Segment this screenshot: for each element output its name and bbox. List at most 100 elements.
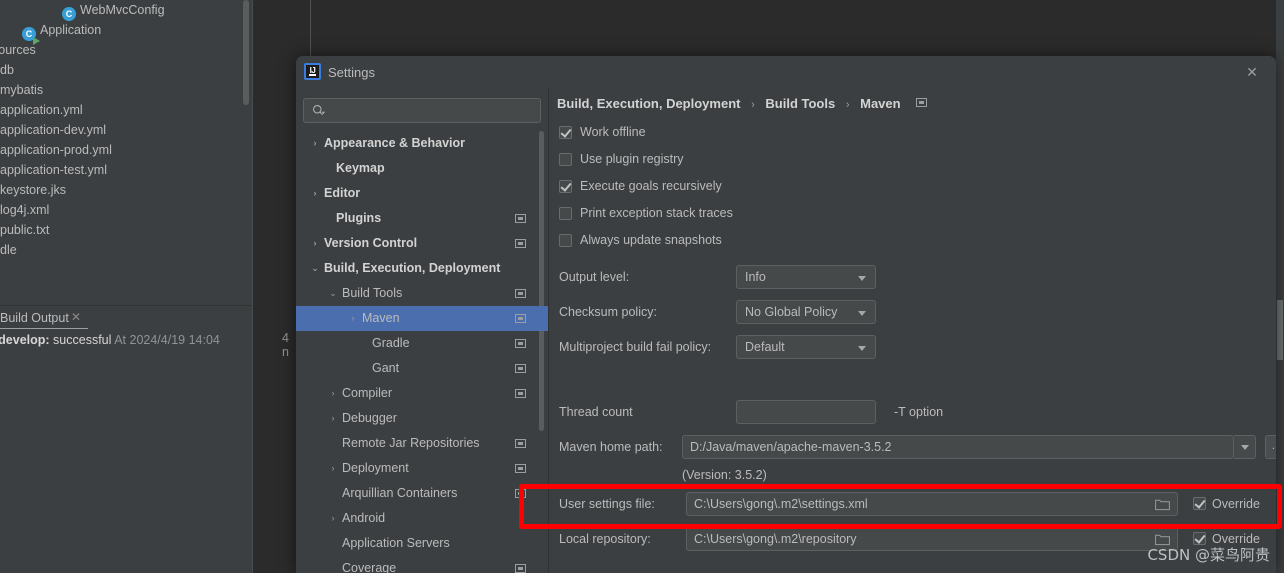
project-tree-item[interactable]: application.yml: [0, 100, 83, 120]
sidebar-item-editor[interactable]: › Editor: [296, 181, 548, 206]
sidebar-item-gant[interactable]: Gant: [296, 356, 548, 381]
select-checksum-policy[interactable]: No Global Policy: [736, 300, 876, 324]
sidebar-item-label: Android: [342, 511, 386, 525]
select-label: Output level:: [559, 270, 630, 284]
checkbox-always-update-snapshots[interactable]: [559, 234, 572, 247]
modified-badge-icon[interactable]: [916, 98, 928, 107]
sidebar-item-deployment[interactable]: › Deployment: [296, 456, 548, 481]
breadcrumb-part-1[interactable]: Build, Execution, Deployment: [557, 96, 740, 111]
chevron-right-icon[interactable]: ›: [348, 306, 358, 331]
select-output-level[interactable]: Info: [736, 265, 876, 289]
breadcrumb-part-2[interactable]: Build Tools: [765, 96, 835, 111]
chevron-down-icon[interactable]: ⌄: [310, 256, 320, 281]
sidebar-item-application-servers[interactable]: Application Servers: [296, 531, 548, 556]
project-tree-item[interactable]: log4j.xml: [0, 200, 49, 220]
modified-badge-icon[interactable]: [515, 339, 526, 348]
project-tree-item[interactable]: mybatis: [0, 80, 43, 100]
close-icon[interactable]: ✕: [70, 311, 82, 323]
sidebar-item-compiler[interactable]: › Compiler: [296, 381, 548, 406]
sidebar-item-gradle[interactable]: Gradle: [296, 331, 548, 356]
checkbox-use-plugin-registry[interactable]: [559, 153, 572, 166]
chevron-right-icon[interactable]: ›: [328, 506, 338, 531]
breadcrumb-part-3[interactable]: Maven: [860, 96, 900, 111]
checkbox-row[interactable]: Execute goals recursively: [559, 177, 722, 195]
build-status-time: At 2024/4/19 14:04: [114, 333, 220, 347]
checkbox-row[interactable]: Work offline: [559, 123, 646, 141]
sidebar-item-label: Gradle: [372, 336, 410, 350]
checkbox-print-exception-stack-traces[interactable]: [559, 207, 572, 220]
modified-badge-icon[interactable]: [515, 564, 526, 573]
maven-home-path-browse-button[interactable]: ...: [1265, 435, 1276, 459]
sidebar-item-label: Keymap: [336, 161, 385, 175]
project-tree-item[interactable]: keystore.jks: [0, 180, 66, 200]
folder-icon[interactable]: [1155, 498, 1170, 511]
sidebar-item-coverage[interactable]: Coverage: [296, 556, 548, 573]
chevron-right-icon[interactable]: ›: [328, 456, 338, 481]
maven-home-path-value: D:/Java/maven/apache-maven-3.5.2: [690, 440, 892, 454]
sidebar-item-remote-jar-repositories[interactable]: Remote Jar Repositories: [296, 431, 548, 456]
modified-badge-icon[interactable]: [515, 364, 526, 373]
modified-badge-icon[interactable]: [515, 464, 526, 473]
checkbox-label: Use plugin registry: [580, 152, 684, 166]
project-tree-item[interactable]: public.txt: [0, 220, 49, 240]
checkbox-row[interactable]: Always update snapshots: [559, 231, 722, 249]
project-tree-item[interactable]: C WebMvcConfig: [62, 0, 165, 21]
project-tree-item[interactable]: dle: [0, 240, 17, 260]
sidebar-item-debugger[interactable]: › Debugger: [296, 406, 548, 431]
modified-badge-icon[interactable]: [515, 389, 526, 398]
sidebar-item-version-control[interactable]: › Version Control: [296, 231, 548, 256]
local-repository-input[interactable]: C:\Users\gong\.m2\repository: [686, 527, 1178, 551]
chevron-right-icon[interactable]: ›: [310, 181, 320, 206]
chevron-right-icon[interactable]: ›: [310, 131, 320, 156]
checkbox-work-offline[interactable]: [559, 126, 572, 139]
modified-badge-icon[interactable]: [515, 214, 526, 223]
modified-badge-icon[interactable]: [515, 489, 526, 498]
sidebar-item-appearance-behavior[interactable]: › Appearance & Behavior: [296, 131, 548, 156]
editor-scrollbar-thumb[interactable]: [1277, 300, 1283, 360]
dialog-title-bar[interactable]: IJ Settings ✕: [296, 56, 1276, 88]
modified-badge-icon[interactable]: [515, 314, 526, 323]
project-tree-item-label: mybatis: [0, 83, 44, 97]
chevron-right-icon[interactable]: ›: [310, 231, 320, 256]
checkbox-row[interactable]: Print exception stack traces: [559, 204, 733, 222]
chevron-right-icon[interactable]: ›: [328, 406, 338, 431]
user-settings-override-checkbox[interactable]: [1193, 497, 1206, 510]
project-tree-item[interactable]: sources: [0, 40, 36, 60]
chevron-down-icon[interactable]: ⌄: [328, 281, 338, 306]
select-multiproject-build-fail-policy[interactable]: Default: [736, 335, 876, 359]
thread-count-input[interactable]: [736, 400, 876, 424]
close-icon[interactable]: ✕: [1244, 64, 1260, 80]
search-input[interactable]: [330, 99, 536, 122]
sidebar-item-build-execution-deployment[interactable]: ⌄ Build, Execution, Deployment: [296, 256, 548, 281]
project-tree-item[interactable]: application-dev.yml: [0, 120, 106, 140]
search-box[interactable]: [303, 98, 541, 123]
checkbox-row[interactable]: Use plugin registry: [559, 150, 684, 168]
editor-split-divider: [310, 0, 311, 56]
modified-badge-icon[interactable]: [515, 239, 526, 248]
user-settings-file-input[interactable]: C:\Users\gong\.m2\settings.xml: [686, 492, 1178, 516]
checkbox-label: Execute goals recursively: [580, 179, 722, 193]
chevron-right-icon[interactable]: ›: [328, 381, 338, 406]
build-output-tab[interactable]: Build Output: [0, 306, 69, 330]
project-tree-item[interactable]: C Application: [22, 20, 101, 45]
modified-badge-icon[interactable]: [515, 289, 526, 298]
project-tree-item-label: db: [0, 63, 14, 77]
project-scrollbar-thumb[interactable]: [243, 0, 249, 105]
sidebar-item-keymap[interactable]: Keymap: [296, 156, 548, 181]
sidebar-item-maven[interactable]: › Maven: [296, 306, 548, 331]
project-tree-item[interactable]: db: [0, 60, 14, 80]
sidebar-item-android[interactable]: › Android: [296, 506, 548, 531]
project-tree-item[interactable]: application-test.yml: [0, 160, 107, 180]
select-value: Info: [745, 270, 766, 284]
class-run-icon: C: [22, 27, 40, 45]
maven-home-path-dropdown-button[interactable]: [1234, 435, 1256, 459]
sidebar-item-plugins[interactable]: Plugins: [296, 206, 548, 231]
checkbox-execute-goals-recursively[interactable]: [559, 180, 572, 193]
sidebar-item-build-tools[interactable]: ⌄ Build Tools: [296, 281, 548, 306]
sidebar-item-label: Coverage: [342, 561, 397, 573]
editor-right-strip: [1276, 0, 1284, 573]
modified-badge-icon[interactable]: [515, 439, 526, 448]
project-tree-item[interactable]: application-prod.yml: [0, 140, 112, 160]
maven-home-path-input[interactable]: D:/Java/maven/apache-maven-3.5.2: [682, 435, 1234, 459]
sidebar-item-arquillian-containers[interactable]: Arquillian Containers: [296, 481, 548, 506]
